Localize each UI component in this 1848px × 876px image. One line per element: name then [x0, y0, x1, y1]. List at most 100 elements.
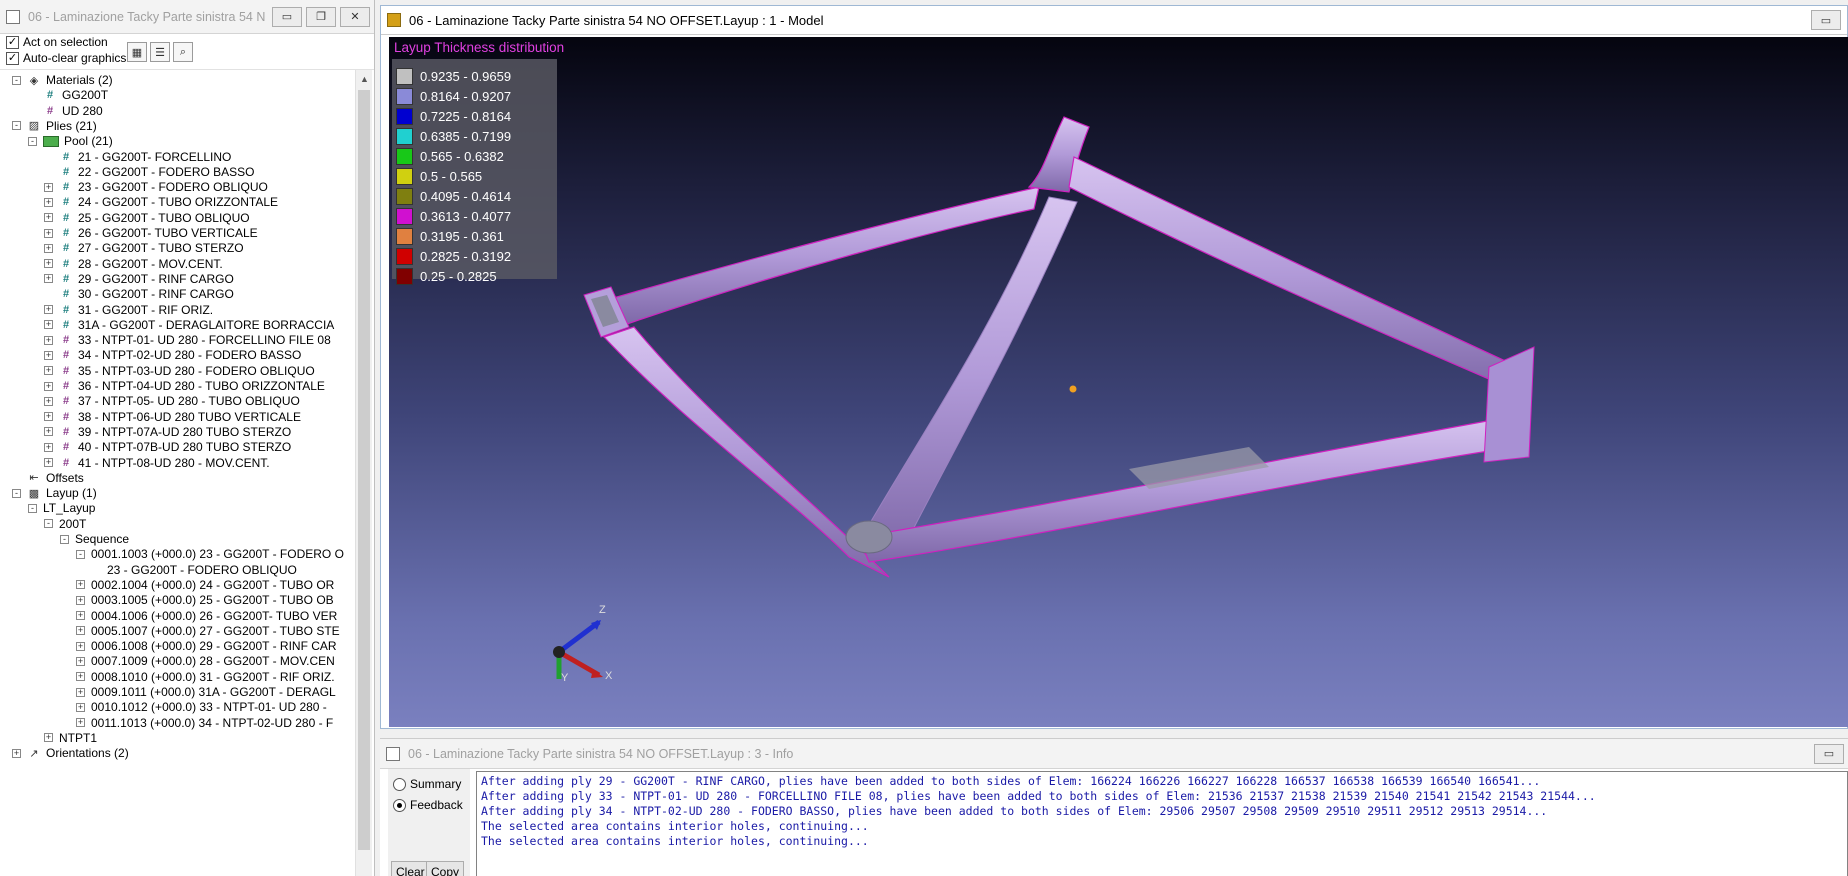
collapse-icon[interactable]: -	[28, 503, 37, 513]
tree-node[interactable]: +0006.1008 (+000.0) 29 - GG200T - RINF C…	[76, 638, 337, 654]
expand-icon[interactable]: +	[44, 320, 53, 330]
radio-on-icon[interactable]	[393, 798, 406, 812]
expand-icon[interactable]: +	[12, 748, 21, 758]
expand-icon[interactable]: +	[44, 228, 53, 238]
minimize-button[interactable]: ▭	[1811, 10, 1841, 30]
collapse-icon[interactable]: -	[76, 549, 85, 559]
close-button[interactable]: ✕	[340, 6, 370, 27]
tree-node[interactable]: +0003.1005 (+000.0) 25 - GG200T - TUBO O…	[76, 592, 334, 608]
tree-node[interactable]: - ◈ Materials (2)	[12, 72, 113, 88]
expand-icon[interactable]: +	[44, 213, 53, 223]
search-button[interactable]: ⌕	[173, 42, 193, 62]
checkbox-checked-icon[interactable]: ✓	[6, 51, 19, 65]
expand-icon[interactable]: +	[44, 274, 53, 284]
expand-icon[interactable]: +	[76, 718, 85, 728]
tree-node[interactable]: +0008.1010 (+000.0) 31 - GG200T - RIF OR…	[76, 669, 335, 685]
radio-off-icon[interactable]	[393, 777, 406, 791]
expand-icon[interactable]: +	[44, 243, 53, 253]
tree-node[interactable]: - ▩ Layup (1)	[12, 485, 97, 501]
expand-icon[interactable]: +	[44, 442, 53, 452]
expand-icon[interactable]: +	[76, 595, 85, 605]
tree-node[interactable]: + #25 - GG200T - TUBO OBLIQUO	[44, 210, 250, 226]
tree-node[interactable]: - Pool (21)	[28, 133, 113, 149]
entity-tree[interactable]: - ◈ Materials (2) # GG200T # UD 280- ▨ Plies (21…	[0, 70, 355, 876]
tree-node[interactable]: #30 - GG200T - RINF CARGO	[44, 286, 234, 302]
tree-node[interactable]: + #24 - GG200T - TUBO ORIZZONTALE	[44, 194, 278, 210]
expand-icon[interactable]: +	[44, 335, 53, 345]
clear-button[interactable]: Clear	[391, 861, 430, 876]
expand-icon[interactable]: +	[76, 687, 85, 697]
expand-icon[interactable]: +	[44, 182, 53, 192]
3d-viewport[interactable]: Layup Thickness distribution 0.9235 - 0.…	[389, 37, 1848, 727]
checkbox-checked-icon[interactable]: ✓	[6, 35, 19, 49]
feedback-log[interactable]: After adding ply 29 - GG200T - RINF CARG…	[476, 771, 1848, 876]
tree-node[interactable]: - Sequence	[60, 531, 129, 547]
expand-icon[interactable]: +	[44, 259, 53, 269]
restore-button[interactable]: ❐	[306, 6, 336, 27]
tree-node[interactable]: +0010.1012 (+000.0) 33 - NTPT-01- UD 280…	[76, 699, 327, 715]
tree-node[interactable]: + #39 - NTPT-07A-UD 280 TUBO STERZO	[44, 424, 291, 440]
collapse-icon[interactable]: -	[44, 519, 53, 529]
collapse-icon[interactable]: -	[12, 75, 21, 85]
tree-node[interactable]: - LT_Layup	[28, 500, 95, 516]
collapse-icon[interactable]: -	[12, 121, 21, 131]
expand-icon[interactable]: +	[44, 733, 53, 743]
scroll-thumb[interactable]	[358, 90, 370, 850]
tree-node[interactable]: + NTPT1	[44, 730, 97, 746]
feedback-radio[interactable]: Feedback	[393, 798, 463, 812]
tree-node[interactable]: + #28 - GG200T - MOV.CENT.	[44, 256, 223, 272]
tree-node[interactable]: + #35 - NTPT-03-UD 280 - FODERO OBLIQUO	[44, 363, 315, 379]
tree-node[interactable]: + #27 - GG200T - TUBO STERZO	[44, 240, 244, 256]
expand-icon[interactable]: +	[44, 458, 53, 467]
tree-node[interactable]: +0009.1011 (+000.0) 31A - GG200T - DERAG…	[76, 684, 336, 700]
tree-node[interactable]: + #31A - GG200T - DERAGLAITORE BORRACCIA	[44, 317, 334, 333]
tree-node[interactable]: - ▨ Plies (21)	[12, 118, 97, 134]
tree-node[interactable]: + #38 - NTPT-06-UD 280 TUBO VERTICALE	[44, 409, 301, 425]
tree-node[interactable]: +0005.1007 (+000.0) 27 - GG200T - TUBO S…	[76, 623, 340, 639]
tree-node[interactable]: + #36 - NTPT-04-UD 280 - TUBO ORIZZONTALE	[44, 378, 325, 394]
tree-node[interactable]: #22 - GG200T - FODERO BASSO	[44, 164, 255, 180]
collapse-icon[interactable]: -	[28, 136, 37, 146]
collapse-icon[interactable]: -	[12, 488, 21, 498]
expand-icon[interactable]: +	[44, 366, 53, 376]
expand-icon[interactable]: +	[44, 305, 53, 314]
tree-node[interactable]: + #34 - NTPT-02-UD 280 - FODERO BASSO	[44, 347, 301, 363]
expand-icon[interactable]: +	[44, 396, 53, 406]
auto-clear-checkbox[interactable]: ✓ Auto-clear graphics	[6, 51, 126, 65]
collapse-icon[interactable]: -	[60, 534, 69, 544]
tree-node[interactable]: + #29 - GG200T - RINF CARGO	[44, 271, 234, 287]
tree-window-titlebar[interactable]: 06 - Laminazione Tacky Parte sinistra 54…	[0, 0, 374, 34]
expand-icon[interactable]: +	[76, 656, 85, 666]
tree-node[interactable]: ⇤ Offsets	[12, 470, 83, 486]
tree-node[interactable]: + ↗ Orientations (2)	[12, 745, 129, 761]
scroll-up-icon[interactable]: ▲	[356, 70, 373, 87]
expand-icon[interactable]: +	[44, 381, 53, 391]
minimize-button[interactable]: ▭	[272, 6, 302, 27]
tree-node[interactable]: + #41 - NTPT-08-UD 280 - MOV.CENT.	[44, 455, 270, 471]
tree-node[interactable]: + #33 - NTPT-01- UD 280 - FORCELLINO FILE…	[44, 332, 331, 348]
table-view-button[interactable]: ▦	[127, 42, 147, 62]
expand-icon[interactable]: +	[76, 611, 85, 620]
expand-icon[interactable]: +	[44, 350, 53, 360]
tree-node[interactable]: +0011.1013 (+000.0) 34 - NTPT-02-UD 280 …	[76, 715, 333, 731]
tree-node[interactable]: + #23 - GG200T - FODERO OBLIQUO	[44, 179, 268, 195]
tree-node[interactable]: # GG200T	[28, 87, 108, 103]
tree-node[interactable]: +0002.1004 (+000.0) 24 - GG200T - TUBO O…	[76, 577, 334, 593]
tree-node[interactable]: +0004.1006 (+000.0) 26 - GG200T- TUBO VE…	[76, 608, 337, 624]
tree-node[interactable]: 23 - GG200T - FODERO OBLIQUO	[92, 562, 297, 578]
expand-icon[interactable]: +	[76, 702, 85, 712]
tree-node[interactable]: + #31 - GG200T - RIF ORIZ.	[44, 302, 213, 318]
list-view-button[interactable]: ☰	[150, 42, 170, 62]
model-window-titlebar[interactable]: 06 - Laminazione Tacky Parte sinistra 54…	[381, 6, 1847, 35]
summary-radio[interactable]: Summary	[393, 777, 461, 791]
expand-icon[interactable]: +	[44, 412, 53, 422]
tree-node[interactable]: +0007.1009 (+000.0) 28 - GG200T - MOV.CE…	[76, 653, 335, 669]
copy-button[interactable]: Copy	[426, 861, 465, 876]
tree-node[interactable]: -200T	[44, 516, 86, 532]
expand-icon[interactable]: +	[76, 626, 85, 636]
tree-node[interactable]: + #40 - NTPT-07B-UD 280 TUBO STERZO	[44, 439, 291, 455]
expand-icon[interactable]: +	[76, 641, 85, 651]
tree-node[interactable]: # UD 280	[28, 103, 103, 119]
tree-node[interactable]: + #26 - GG200T- TUBO VERTICALE	[44, 225, 258, 241]
tree-node[interactable]: -0001.1003 (+000.0) 23 - GG200T - FODERO…	[76, 546, 344, 562]
